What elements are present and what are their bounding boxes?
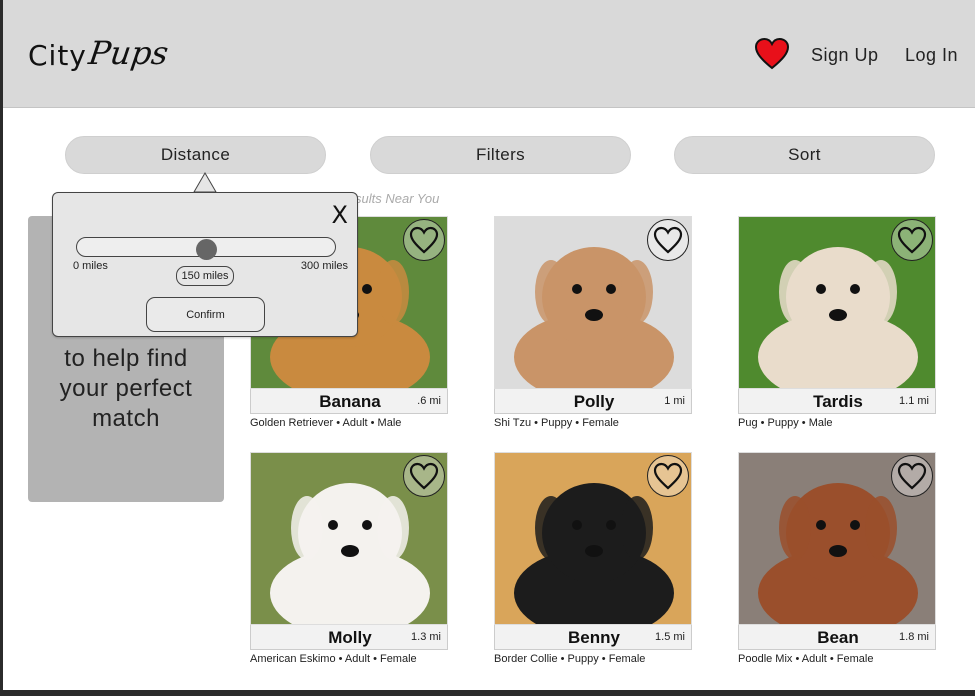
slider-min-label: 0 miles bbox=[73, 260, 108, 272]
favorite-heart-icon[interactable] bbox=[647, 219, 689, 261]
favorite-heart-icon[interactable] bbox=[891, 219, 933, 261]
dog-photo[interactable] bbox=[738, 452, 936, 625]
slider-max-label: 300 miles bbox=[300, 260, 348, 272]
dog-description: Golden Retriever • Adult • Male bbox=[250, 417, 402, 429]
distance-slider-handle[interactable] bbox=[195, 239, 217, 260]
sign-up-link[interactable]: Sign Up bbox=[811, 45, 879, 66]
favorites-heart-icon[interactable] bbox=[754, 37, 790, 70]
confirm-button[interactable]: Confirm bbox=[146, 297, 265, 332]
dog-distance: 1.5 mi bbox=[655, 631, 685, 643]
dog-photo[interactable] bbox=[494, 452, 692, 625]
dog-photo[interactable] bbox=[738, 216, 936, 389]
citypups-logo[interactable]: City Pups bbox=[28, 34, 171, 84]
dog-name-bar: Tardis 1.1 mi bbox=[738, 389, 936, 414]
dog-photo[interactable] bbox=[250, 452, 448, 625]
sidebar-line: your perfect bbox=[59, 375, 193, 402]
dog-card[interactable]: Benny 1.5 mi Border Collie • Puppy • Femal… bbox=[494, 452, 692, 665]
dog-description: Pug • Puppy • Male bbox=[738, 417, 833, 429]
sidebar-line: match bbox=[92, 405, 160, 432]
dog-name-bar: Molly 1.3 mi bbox=[250, 625, 448, 650]
dog-card[interactable]: Bean 1.8 mi Poodle Mix • Adult • Female bbox=[738, 452, 936, 665]
dog-distance: 1.8 mi bbox=[899, 631, 929, 643]
dog-description: American Eskimo • Adult • Female bbox=[250, 653, 417, 665]
sidebar-line: to help find bbox=[64, 345, 188, 372]
dog-card[interactable]: Molly 1.3 mi American Eskimo • Adult • Fem… bbox=[250, 452, 448, 665]
favorite-heart-icon[interactable] bbox=[647, 455, 689, 497]
dog-description: Border Collie • Puppy • Female bbox=[494, 653, 646, 665]
favorite-heart-icon[interactable] bbox=[403, 219, 445, 261]
favorite-heart-icon[interactable] bbox=[891, 455, 933, 497]
dog-name-bar: Polly 1 mi bbox=[494, 389, 692, 414]
filters-button[interactable]: Filters bbox=[370, 136, 631, 174]
logo-pups-text: Pups bbox=[86, 34, 171, 72]
dog-distance: 1.1 mi bbox=[899, 395, 929, 407]
dog-name-bar: Benny 1.5 mi bbox=[494, 625, 692, 650]
logo-city-text: City bbox=[28, 39, 87, 72]
distance-button[interactable]: Distance bbox=[65, 136, 326, 174]
dog-photo[interactable] bbox=[494, 216, 692, 389]
dog-description: Shi Tzu • Puppy • Female bbox=[494, 417, 619, 429]
favorite-heart-icon[interactable] bbox=[403, 455, 445, 497]
distance-popover: X 0 miles 300 miles 150 miles Confirm bbox=[52, 192, 358, 337]
dog-card[interactable]: Polly 1 mi Shi Tzu • Puppy • Female bbox=[494, 216, 692, 429]
match-quiz-text: to help find your perfect match bbox=[28, 344, 224, 434]
dog-card[interactable]: Tardis 1.1 mi Pug • Puppy • Male bbox=[738, 216, 936, 429]
dog-distance: 1 mi bbox=[664, 395, 685, 407]
popover-arrow bbox=[193, 172, 217, 193]
sort-button[interactable]: Sort bbox=[674, 136, 935, 174]
slider-value-badge: 150 miles bbox=[176, 266, 234, 286]
close-icon[interactable]: X bbox=[332, 201, 348, 229]
top-header: City Pups Sign Up Log In bbox=[3, 0, 975, 108]
dog-distance: 1.3 mi bbox=[411, 631, 441, 643]
app-window: City Pups Sign Up Log In Distance Filter… bbox=[3, 0, 975, 690]
log-in-link[interactable]: Log In bbox=[905, 45, 958, 66]
results-heading: sults Near You bbox=[355, 191, 440, 206]
dog-distance: .6 mi bbox=[417, 395, 441, 407]
dog-name-bar: Bean 1.8 mi bbox=[738, 625, 936, 650]
dog-description: Poodle Mix • Adult • Female bbox=[738, 653, 874, 665]
dog-name-bar: Banana .6 mi bbox=[250, 389, 448, 414]
